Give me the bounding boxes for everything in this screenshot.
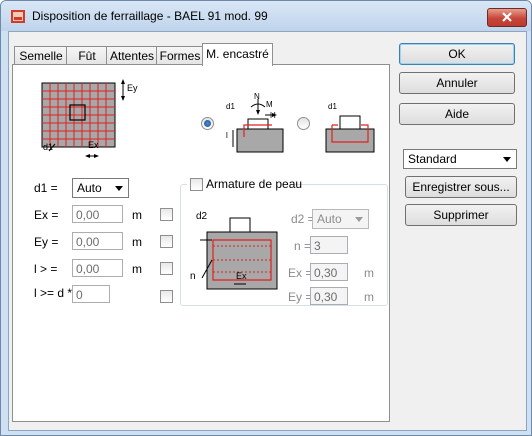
ey-input[interactable]: 0,00: [72, 232, 123, 250]
peau-ex-diagram-label: Ex: [236, 271, 247, 281]
peau-ey-label: Ey =: [288, 290, 313, 304]
preset-select[interactable]: Standard: [403, 149, 517, 169]
peau-n-diagram-label: n: [190, 271, 196, 282]
tab-attentes[interactable]: Attentes: [106, 46, 158, 65]
peau-n-label: n =: [294, 239, 312, 253]
save-as-button[interactable]: Enregistrer sous...: [405, 176, 517, 198]
armature-peau-label[interactable]: Armature de peau: [206, 177, 302, 191]
d1-select[interactable]: Auto: [72, 178, 129, 198]
ld-checkbox[interactable]: [160, 290, 173, 303]
option-radio-1[interactable]: [201, 117, 214, 130]
tab-panel: Ey d1 Ex N M H d1 l d1 d1 = Auto Ex = 0,…: [12, 64, 390, 422]
l-label: l > =: [34, 262, 58, 276]
chevron-down-icon: [355, 217, 363, 222]
tab-fut[interactable]: Fût: [66, 46, 108, 65]
option-radio-2[interactable]: [297, 117, 310, 130]
preset-select-value: Standard: [408, 152, 457, 166]
peau-d2-select[interactable]: Auto: [312, 209, 369, 229]
peau-ex-unit: m: [364, 266, 374, 280]
ex-label: Ex =: [34, 208, 59, 222]
dialog-window: Disposition de ferraillage - BAEL 91 mod…: [0, 0, 532, 436]
dialog-client: Semelle Fût Attentes Formes M. encastré: [8, 31, 527, 431]
peau-d2-select-value: Auto: [317, 212, 342, 226]
ok-button[interactable]: OK: [399, 43, 515, 65]
ey-label: Ey =: [34, 235, 59, 249]
l-checkbox[interactable]: [160, 262, 173, 275]
diagram-ey-label: Ey: [127, 83, 138, 93]
title-bar[interactable]: Disposition de ferraillage - BAEL 91 mod…: [1, 1, 531, 31]
d1-select-value: Auto: [77, 181, 102, 195]
chevron-down-icon: [115, 186, 123, 191]
cancel-button[interactable]: Annuler: [399, 72, 515, 94]
option-1-m-label: M: [266, 100, 273, 109]
ey-unit: m: [132, 235, 142, 249]
peau-ey-unit: m: [364, 290, 374, 304]
peau-n-input[interactable]: 3: [310, 236, 348, 254]
option-1-n-label: N: [254, 92, 260, 101]
window-title: Disposition de ferraillage - BAEL 91 mod…: [32, 9, 268, 23]
peau-ey-input[interactable]: 0,30: [310, 287, 348, 305]
option-1-diagram: [232, 99, 284, 153]
armature-peau-checkbox[interactable]: [190, 178, 203, 191]
tab-formes[interactable]: Formes: [156, 46, 204, 65]
l-unit: m: [132, 262, 142, 276]
tab-m-encastre[interactable]: M. encastré: [202, 43, 273, 66]
close-button[interactable]: [487, 8, 527, 27]
help-button[interactable]: Aide: [399, 103, 515, 125]
plan-diagram: [41, 79, 125, 158]
option-1-l-label: l: [226, 131, 228, 140]
ey-checkbox[interactable]: [160, 235, 173, 248]
tab-semelle[interactable]: Semelle: [14, 46, 68, 65]
delete-button[interactable]: Supprimer: [405, 204, 517, 226]
app-icon: [11, 10, 25, 23]
peau-ex-label: Ex =: [288, 266, 313, 280]
ld-label: l >= d *: [34, 286, 73, 300]
ex-checkbox[interactable]: [160, 208, 173, 221]
ex-input[interactable]: 0,00: [72, 205, 123, 223]
option-1-h-label: H: [270, 111, 276, 120]
ex-unit: m: [132, 208, 142, 222]
ld-input[interactable]: 0: [72, 285, 110, 303]
diagram-d1-label: d1: [43, 142, 54, 152]
chevron-down-icon: [503, 157, 511, 162]
close-icon: [502, 12, 512, 22]
diagram-ex-label: Ex: [88, 140, 99, 150]
peau-ex-input[interactable]: 0,30: [310, 263, 348, 281]
d1-label: d1 =: [34, 181, 58, 195]
option-1-d1-label: d1: [226, 102, 235, 111]
option-2-d1-label: d1: [328, 102, 337, 111]
peau-d2-diagram-label: d2: [196, 211, 208, 222]
l-input[interactable]: 0,00: [72, 259, 123, 277]
